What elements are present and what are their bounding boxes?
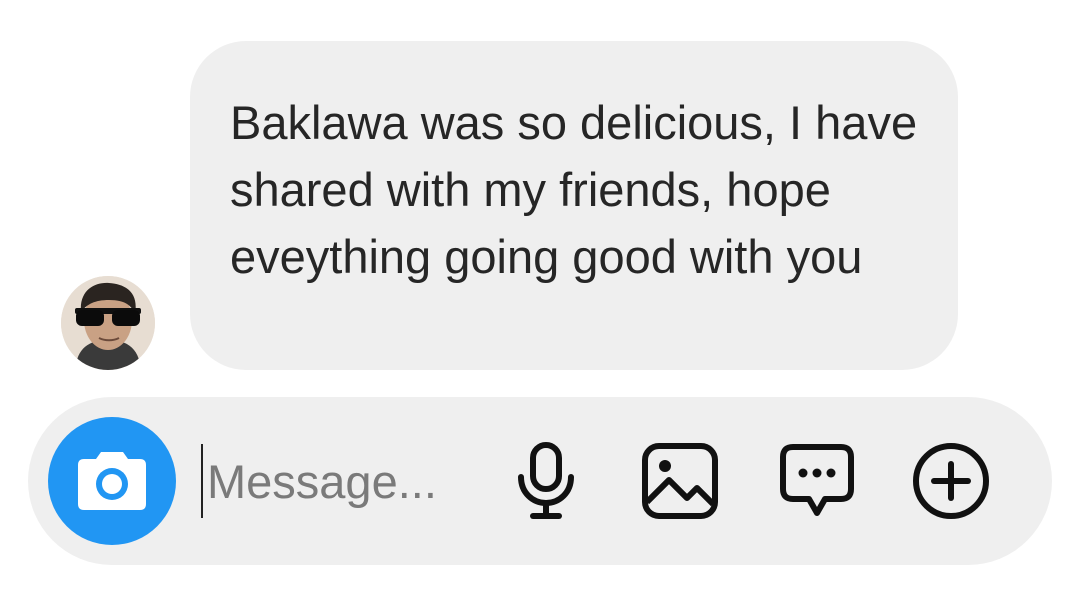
camera-icon <box>78 452 146 510</box>
message-text: Baklawa was so delicious, I have shared … <box>230 96 918 283</box>
more-options-button[interactable] <box>907 437 995 525</box>
received-message-bubble[interactable]: Baklawa was so delicious, I have shared … <box>190 41 958 370</box>
sender-avatar[interactable] <box>61 276 155 370</box>
avatar-image <box>61 276 155 370</box>
sticker-button[interactable] <box>773 437 861 525</box>
message-input[interactable] <box>201 441 497 521</box>
microphone-icon <box>518 442 574 519</box>
sticker-chat-icon <box>780 444 854 516</box>
dm-thread: Baklawa was so delicious, I have shared … <box>0 0 1080 592</box>
plus-circle-icon <box>913 443 989 519</box>
gallery-icon <box>642 443 718 519</box>
voice-message-button[interactable] <box>502 437 590 525</box>
gallery-button[interactable] <box>636 437 724 525</box>
message-composer <box>28 397 1052 565</box>
camera-button[interactable] <box>48 417 176 545</box>
